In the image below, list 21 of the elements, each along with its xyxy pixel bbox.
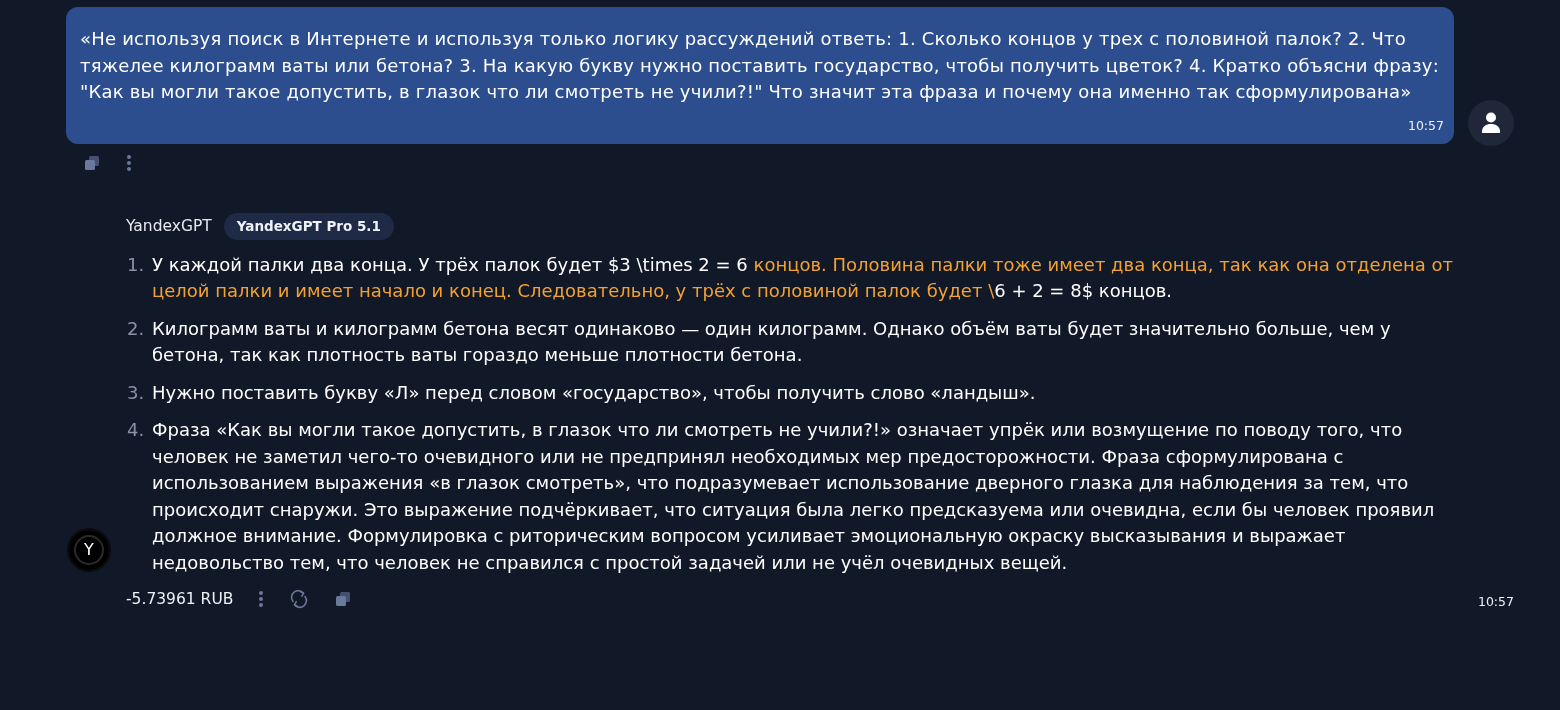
copy-icon[interactable] [84,154,100,171]
list-number: 1. [126,252,146,277]
list-number: 3. [126,380,146,405]
answer-paragraph: Нужно поставить букву «Л» перед словом «государство», чтобы получить слово «ландыш». [152,380,1037,405]
model-badge: YandexGPT Pro 5.1 [223,212,394,240]
user-message-text: «Не используя поиск в Интернете и используя только логику рассуждений ответь: 1. Сколько концов у трех с половиной палок? 2. Что тяжелее килограмм ваты или бетона? 3. На какую букву нужно поставить государство, чтобы получить цветок? 4. Кратко объясни фразу: "Как вы могли такое допустить, в глазок что ли смотреть не учили?!" Что значит эта фраза и почему она именно так сформулирована» [80,27,1440,104]
copy-icon[interactable] [335,591,352,607]
answer-paragraph: У каждой палки два конца. У трёх палок будет $3 \times 2 = 6 концов. Половина палки тоже имеет два конца, так как она отделена от целой палки и имеет начало и конец. Следовательно, у трёх с половиной палок будет \6 + 2 = 8$ концов. [152,252,1455,303]
more-options-icon[interactable] [127,154,131,171]
user-avatar-icon [1468,99,1514,146]
answer-paragraph: Фраза «Как вы могли такое допустить, в глазок что ли смотреть не учили?!» означает упрёк или возмущение по поводу того, что человек не заметил чего-то очевидного или не предпринял необходимых мер предосторожности. Фраза сформулирована с использованием выражения «в глазок смотреть», что подразумевает использование дверного глазка для наблюдения за тем, что происходит снаружи. Это выражение подчёркивает, что ситуация была легко предсказуема или очевидна, если бы человек проявил должное внимание. Формулировка с риторическим вопросом усиливает эмоциональную окраску высказывания и выражает недовольство тем, что человек не справился с простой задачей или не учёл очевидных вещей. [152,418,1436,575]
message-time: 10:57 [1407,117,1444,134]
regenerate-icon[interactable] [289,589,310,609]
avatar-letter: Y [84,540,94,560]
sender-name: YandexGPT [126,217,212,235]
list-number: 2. [126,316,146,341]
cost-label: -5.73961 RUB [126,590,234,608]
more-options-icon[interactable] [259,591,264,607]
list-number: 4. [126,418,146,442]
answer-paragraph: Килограмм ваты и килограмм бетона весят одинаково — один килограмм. Однако объём ваты будет значительно больше, чем у бетона, так как плотность ваты гораздо меньше плотности бетона. [152,316,1392,367]
message-time: 10:57 [1477,594,1514,610]
